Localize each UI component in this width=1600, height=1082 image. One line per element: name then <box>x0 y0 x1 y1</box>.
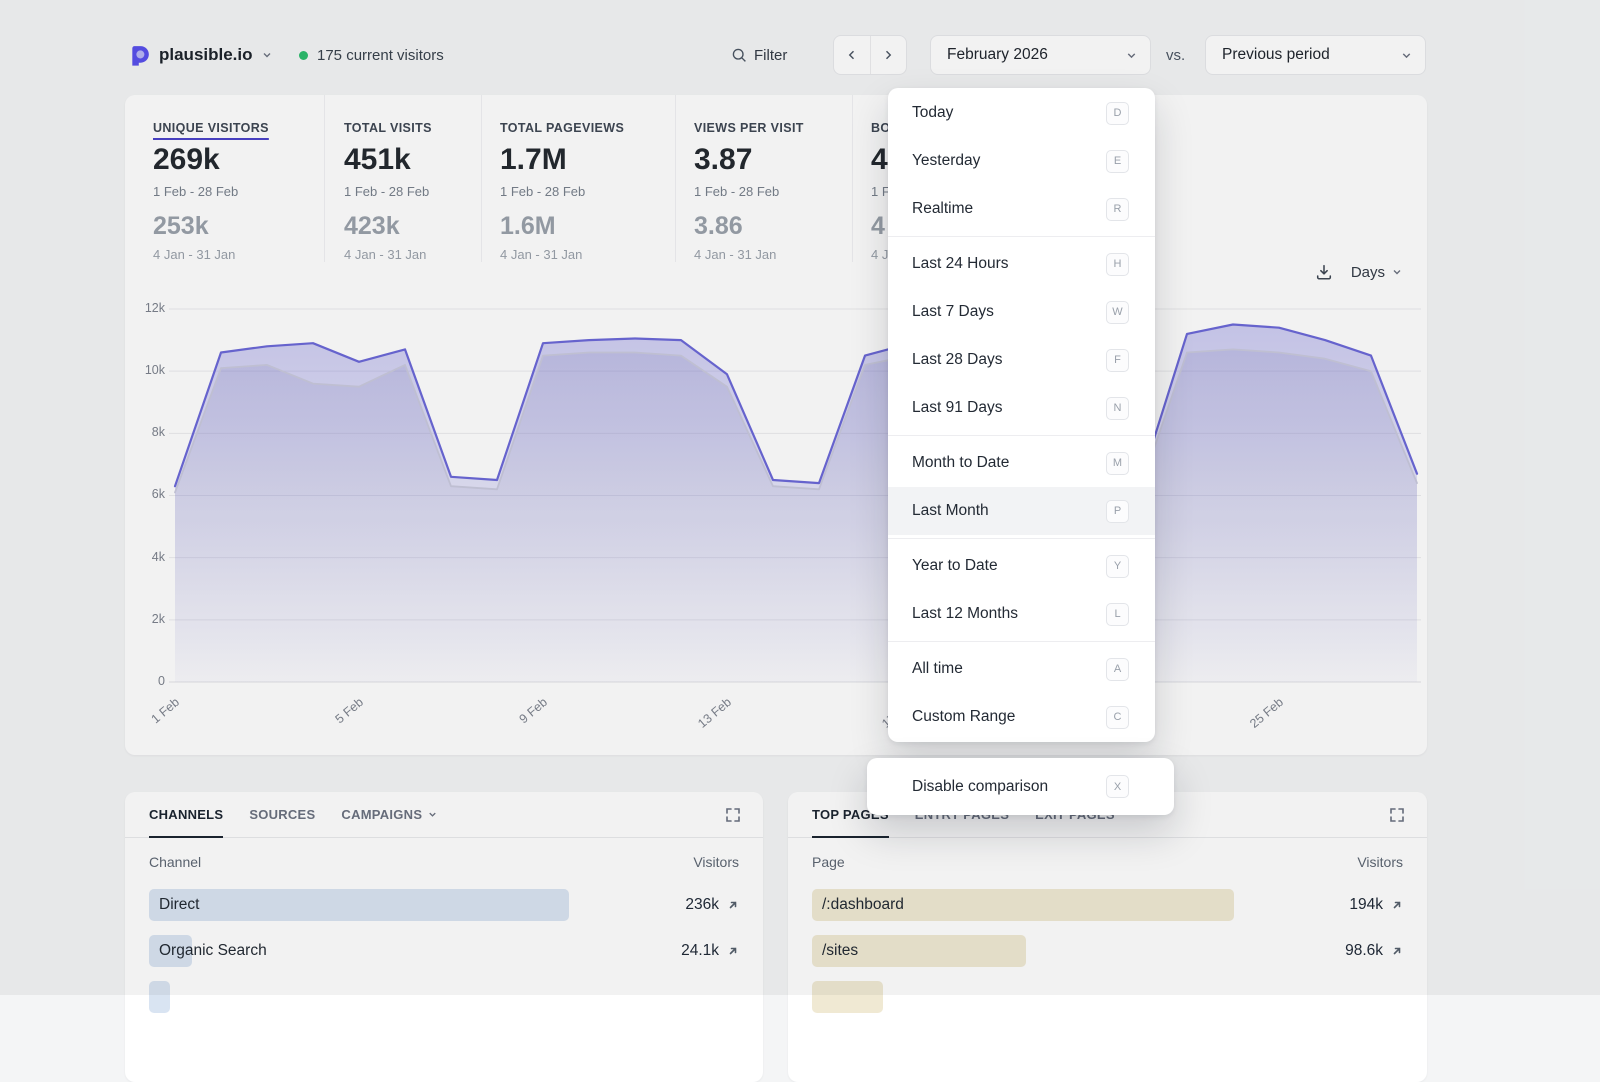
menu-item-last-28-days[interactable]: Last 28 Days F <box>888 336 1155 384</box>
dim-overlay <box>0 0 1600 995</box>
menu-item-today[interactable]: Today D <box>888 89 1155 137</box>
menu-item-label: Today <box>912 104 953 122</box>
menu-item-last-7-days[interactable]: Last 7 Days W <box>888 288 1155 336</box>
menu-item-label: Last 91 Days <box>912 399 1002 417</box>
shortcut-badge: X <box>1106 775 1129 798</box>
menu-item-label: Year to Date <box>912 557 998 575</box>
shortcut-badge: L <box>1106 603 1129 626</box>
menu-item-label: Last 7 Days <box>912 303 994 321</box>
shortcut-badge: M <box>1106 452 1129 475</box>
shortcut-badge: H <box>1106 253 1129 276</box>
menu-item-label: Last 12 Months <box>912 605 1018 623</box>
menu-item-label: Last 28 Days <box>912 351 1002 369</box>
shortcut-badge: D <box>1106 102 1129 125</box>
menu-item-last-month[interactable]: Last Month P <box>888 487 1155 535</box>
menu-item-label: All time <box>912 660 963 678</box>
disable-comparison-button[interactable]: Disable comparison X <box>867 758 1174 815</box>
shortcut-badge: A <box>1106 658 1129 681</box>
disable-comparison-label: Disable comparison <box>912 778 1048 796</box>
menu-item-label: Month to Date <box>912 454 1009 472</box>
menu-item-label: Realtime <box>912 200 973 218</box>
shortcut-badge: F <box>1106 349 1129 372</box>
menu-item-month-to-date[interactable]: Month to Date M <box>888 439 1155 487</box>
shortcut-badge: C <box>1106 706 1129 729</box>
menu-item-last-24-hours[interactable]: Last 24 Hours H <box>888 240 1155 288</box>
menu-item-label: Custom Range <box>912 708 1015 726</box>
shortcut-badge: Y <box>1106 555 1129 578</box>
shortcut-badge: W <box>1106 301 1129 324</box>
menu-item-year-to-date[interactable]: Year to Date Y <box>888 542 1155 590</box>
menu-divider <box>888 236 1155 237</box>
menu-item-label: Yesterday <box>912 152 980 170</box>
shortcut-badge: R <box>1106 198 1129 221</box>
menu-item-label: Last 24 Hours <box>912 255 1009 273</box>
menu-item-last-91-days[interactable]: Last 91 Days N <box>888 384 1155 432</box>
menu-divider <box>888 641 1155 642</box>
menu-item-label: Last Month <box>912 502 989 520</box>
shortcut-badge: E <box>1106 150 1129 173</box>
shortcut-badge: N <box>1106 397 1129 420</box>
menu-item-last-12-months[interactable]: Last 12 Months L <box>888 590 1155 638</box>
menu-item-realtime[interactable]: Realtime R <box>888 185 1155 233</box>
menu-item-custom-range[interactable]: Custom Range C <box>888 693 1155 741</box>
menu-item-yesterday[interactable]: Yesterday E <box>888 137 1155 185</box>
menu-divider <box>888 435 1155 436</box>
shortcut-badge: P <box>1106 500 1129 523</box>
menu-item-all-time[interactable]: All time A <box>888 645 1155 693</box>
menu-divider <box>888 538 1155 539</box>
date-range-menu: Today D Yesterday E Realtime R Last 24 H… <box>888 88 1155 742</box>
